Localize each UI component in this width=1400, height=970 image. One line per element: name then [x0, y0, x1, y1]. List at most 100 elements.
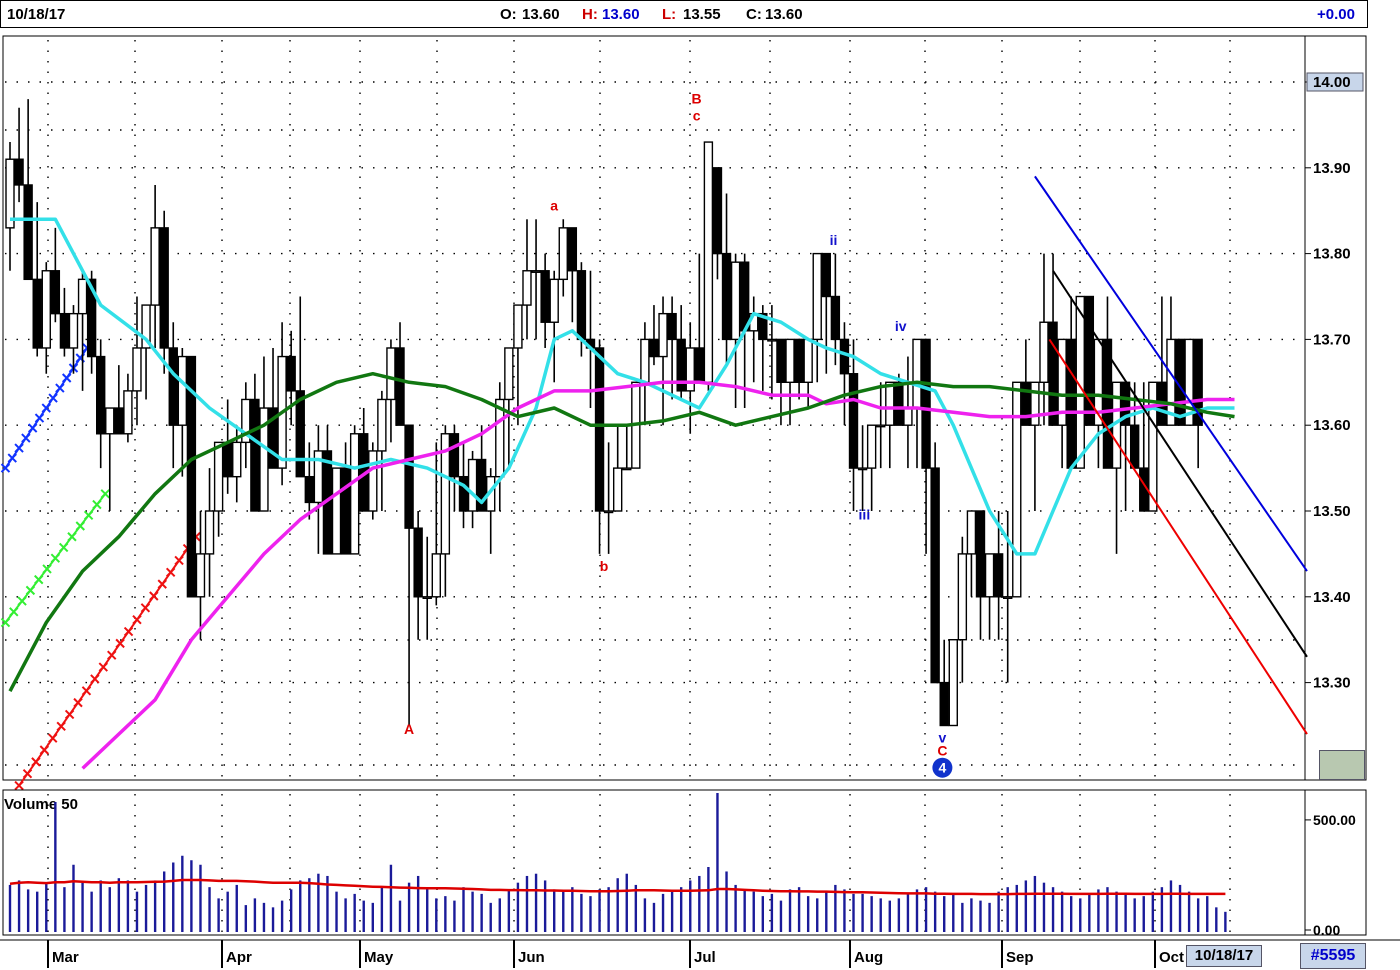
- current-date-badge: 10/18/17: [1186, 945, 1262, 967]
- candle-body: [558, 227, 568, 281]
- candle-body: [776, 338, 786, 383]
- price-panel: 14.00 13.90 13.80 13.70 13.60 13.50 13.40 13.30…: [0, 35, 1367, 791]
- candle-body: [422, 596, 432, 599]
- quote-header-bar: 10/18/17 O: 13.60 H: 13.60 L: 13.55 C: 1…: [0, 0, 1368, 28]
- candle-body: [540, 270, 550, 323]
- candle-body: [640, 338, 650, 383]
- candle-body: [50, 270, 61, 315]
- candle-body: [304, 475, 315, 504]
- candle-body: [767, 338, 777, 342]
- candle-body: [649, 338, 659, 358]
- candle-body: [395, 347, 405, 426]
- candle-body: [467, 458, 478, 512]
- wave-label: c: [693, 108, 701, 124]
- candle-body: [948, 639, 958, 727]
- candle-body: [1012, 381, 1022, 598]
- candle-body: [23, 184, 33, 281]
- candle-body: [966, 510, 977, 555]
- candle-body: [177, 355, 188, 426]
- candle-body: [349, 433, 360, 555]
- candle-body: [903, 407, 913, 426]
- candle-body: [885, 381, 895, 426]
- candle-body: [377, 398, 387, 452]
- price-axis-frame: [1304, 35, 1367, 781]
- open-value: 13.60: [522, 6, 560, 23]
- open-label: O:: [500, 6, 517, 23]
- candle-body: [213, 441, 224, 512]
- candle-body: [513, 304, 523, 349]
- x-month-label: Jul: [694, 949, 716, 966]
- cross-marker: [14, 780, 24, 791]
- wave-label: iv: [895, 318, 907, 334]
- candle-body: [930, 467, 940, 684]
- candle-body: [32, 278, 42, 349]
- candle-body: [694, 347, 705, 384]
- high-value: 13.60: [602, 6, 640, 23]
- candle-body: [531, 270, 541, 273]
- price-chart[interactable]: 14.00 13.90 13.80 13.70 13.60 13.50 13.40 13.30…: [0, 30, 1400, 970]
- candle-body: [404, 424, 414, 529]
- candle-body: [839, 338, 850, 375]
- candle-body: [785, 338, 795, 383]
- candle-body: [386, 347, 396, 401]
- candle-body: [1066, 338, 1076, 469]
- wave-label: b: [600, 558, 609, 574]
- candle-body: [95, 355, 106, 435]
- candle-body: [603, 510, 614, 514]
- candle-body: [730, 261, 741, 341]
- candle-body: [957, 553, 968, 641]
- candle-body: [41, 270, 51, 349]
- candle-body: [340, 467, 351, 555]
- candle-body: [975, 510, 986, 598]
- wave-label: C: [937, 743, 947, 759]
- candle-body: [866, 424, 877, 469]
- x-month-label: Sep: [1006, 949, 1034, 966]
- wave-label: ii: [830, 232, 838, 248]
- candle-body: [803, 338, 813, 383]
- candle-body: [1030, 381, 1040, 426]
- candle-body: [794, 338, 804, 383]
- candle-body: [368, 450, 378, 512]
- candle-body: [286, 355, 296, 392]
- x-month-label: Jun: [518, 949, 545, 966]
- candle-body: [1129, 424, 1140, 469]
- candle-body: [594, 347, 605, 512]
- candle-body: [59, 312, 70, 349]
- y-tick-label: 13.80: [1313, 246, 1351, 263]
- volume-y-tick-label: 0.00: [1313, 922, 1340, 938]
- candle-body: [458, 475, 469, 512]
- candle-body: [939, 681, 949, 727]
- high-label: H:: [582, 6, 598, 23]
- candle-body: [812, 252, 822, 341]
- candle-body: [984, 553, 995, 598]
- candle-body: [123, 390, 133, 435]
- candle-body: [232, 441, 242, 478]
- low-label: L:: [662, 6, 677, 23]
- candle-body: [912, 338, 922, 409]
- candle-body: [1003, 596, 1013, 599]
- candle-body: [876, 424, 886, 428]
- y-tick-label: 13.70: [1313, 331, 1351, 348]
- candle-body: [830, 295, 841, 341]
- header-date: 10/18/17: [7, 6, 66, 23]
- y-tick-label: 13.50: [1313, 503, 1351, 520]
- candle-body: [739, 261, 750, 332]
- x-month-label: Mar: [52, 949, 79, 966]
- x-month-label: Aug: [854, 949, 883, 966]
- candle-body: [114, 407, 124, 435]
- candle-body: [522, 270, 532, 306]
- wave-label: A: [404, 721, 414, 737]
- candle-body: [712, 167, 723, 255]
- provider-logo-icon: [1319, 750, 1365, 780]
- candle-body: [204, 510, 215, 555]
- change-value: +0.00: [1317, 6, 1355, 23]
- candle-body: [105, 407, 115, 435]
- candle-body: [68, 312, 79, 349]
- candle-body: [295, 390, 305, 478]
- candle-body: [549, 278, 559, 323]
- candle-body: [150, 227, 160, 306]
- candle-body: [504, 347, 514, 401]
- y-tick-label: 13.90: [1313, 160, 1351, 177]
- candle-body: [821, 252, 831, 298]
- candle-body: [1021, 381, 1031, 426]
